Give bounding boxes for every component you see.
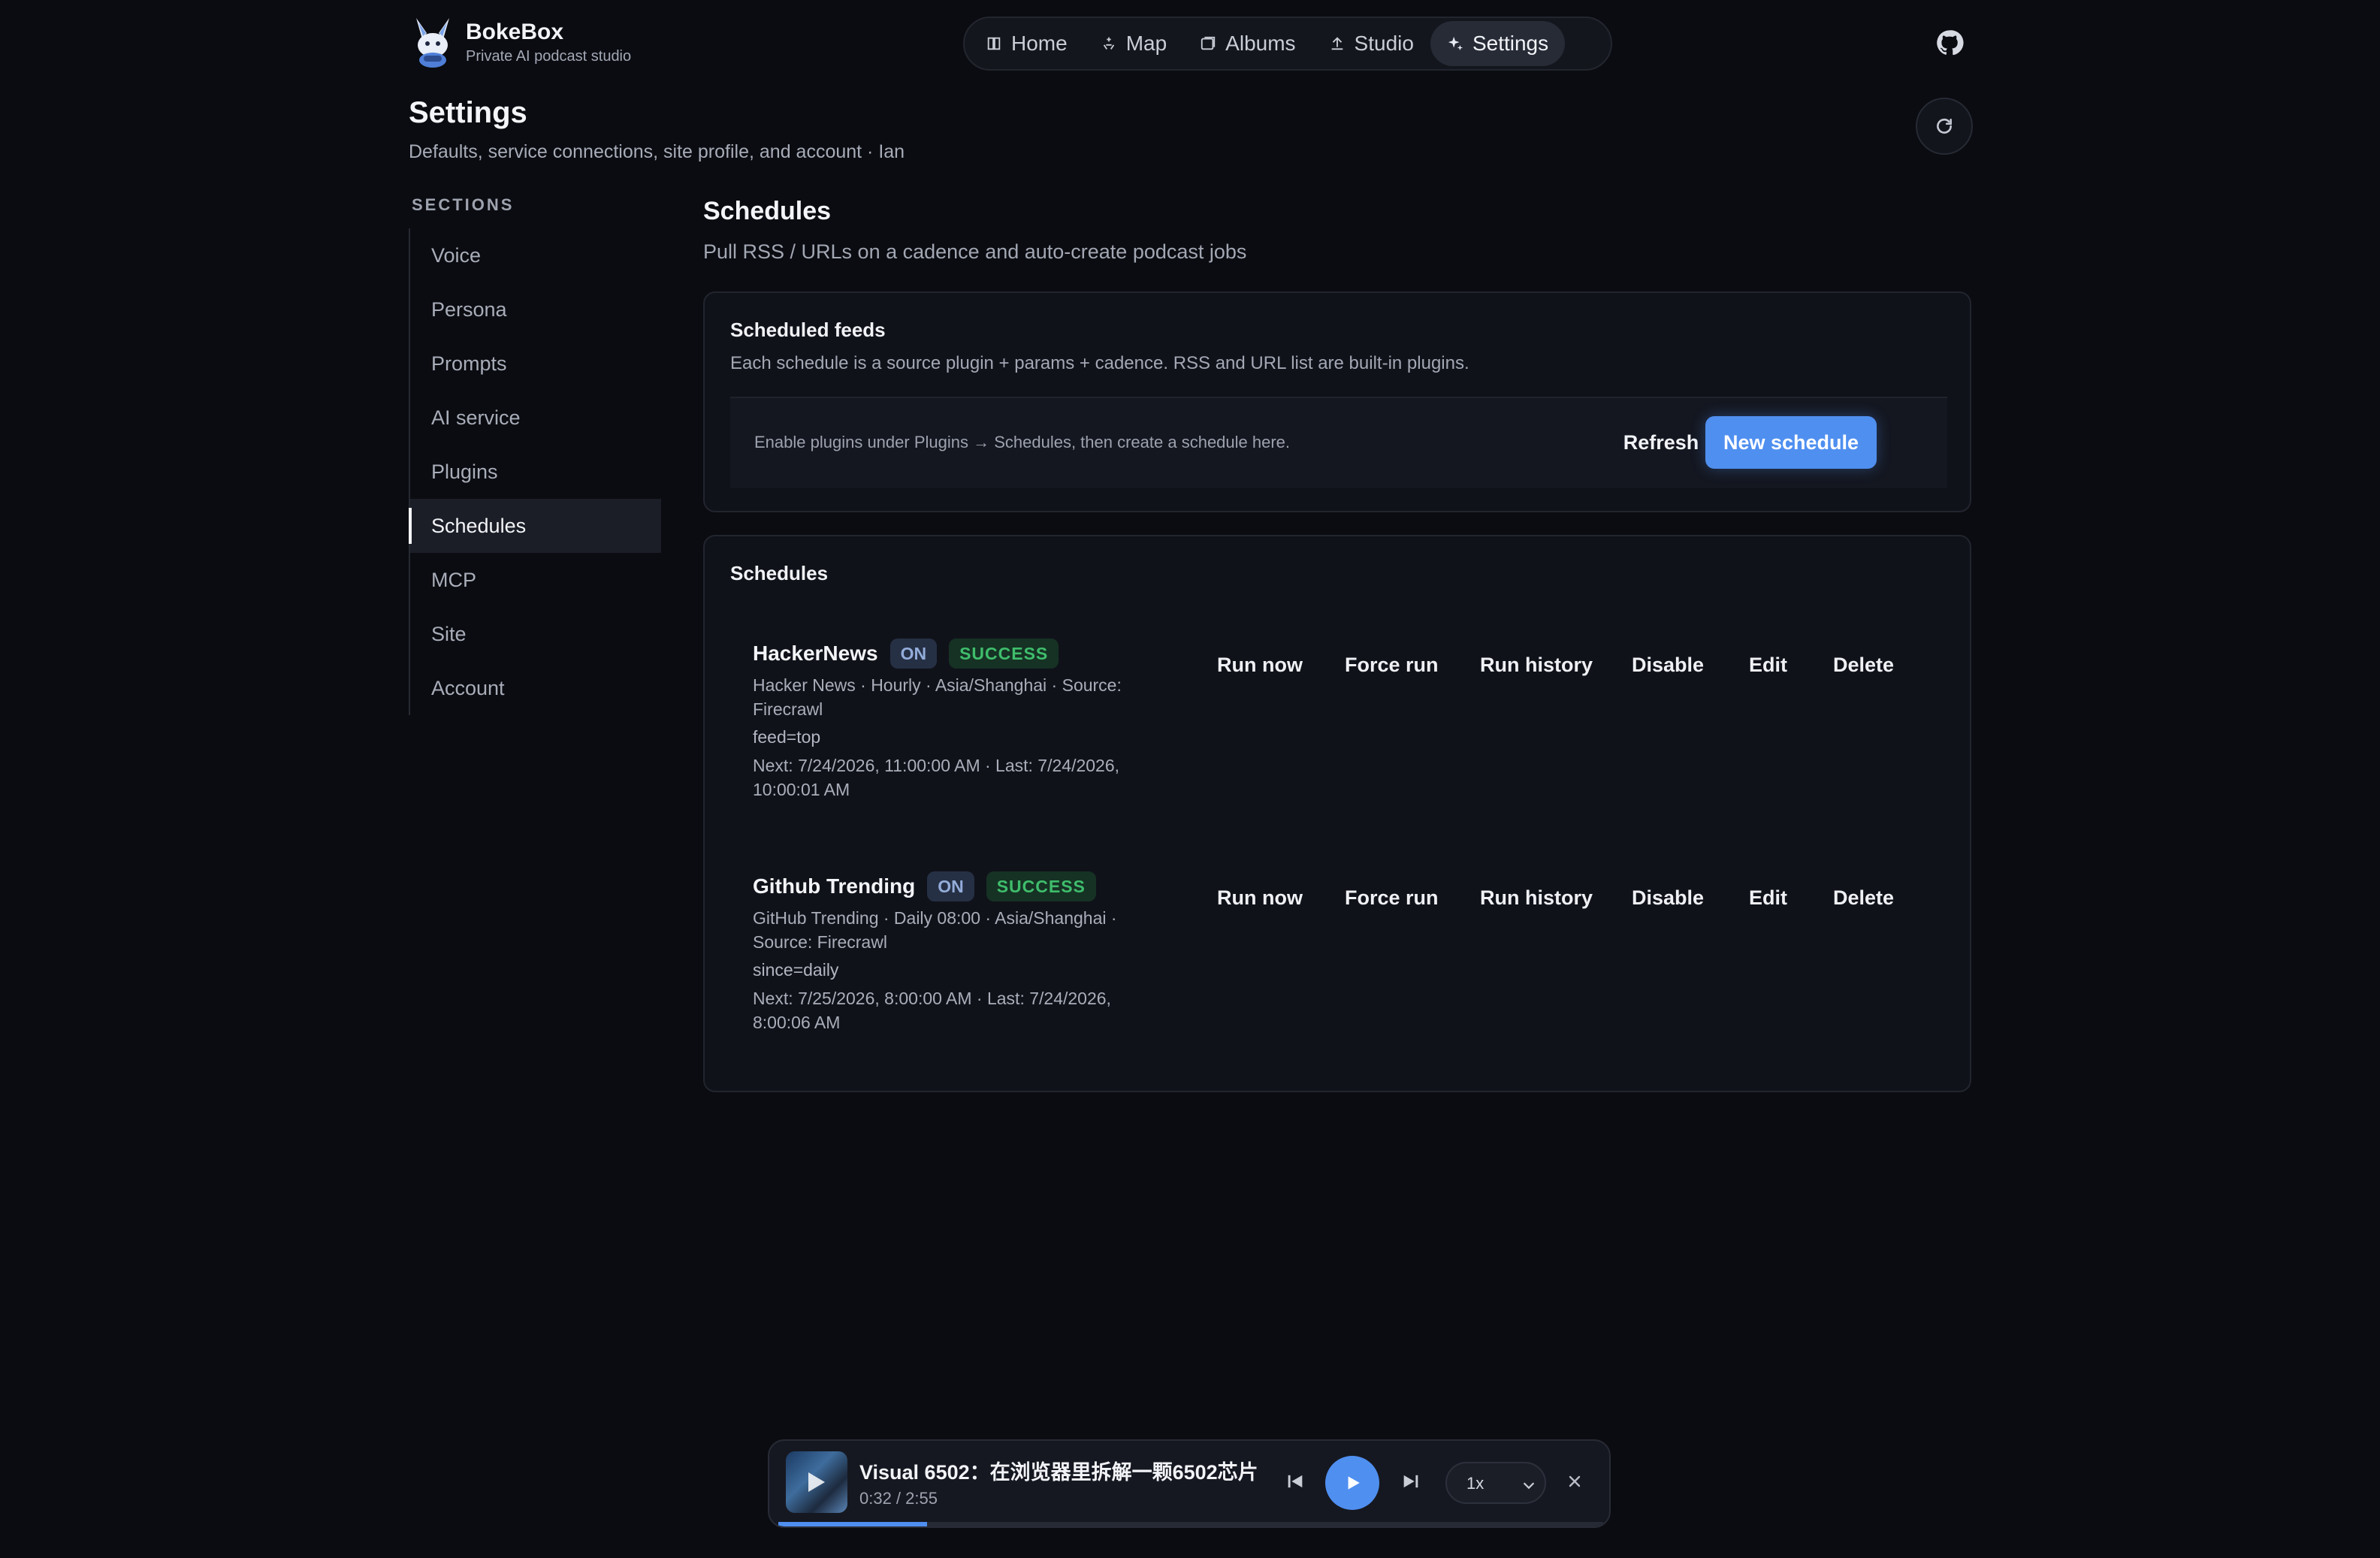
page-title: Settings [409, 96, 527, 129]
refresh-icon [1937, 118, 1952, 134]
schedule-meta: GitHub Trending · Daily 08:00 · Asia/Sha… [753, 908, 1117, 952]
schedule-meta: Hacker News · Hourly · Asia/Shanghai · S… [753, 675, 1122, 719]
bunny-logo-icon [416, 18, 449, 68]
nav-map[interactable]: Map [1084, 21, 1183, 66]
run-history-button[interactable]: Run history [1480, 886, 1593, 910]
play-icon [1348, 1476, 1360, 1490]
schedule-params: since=daily [753, 960, 839, 980]
scheduled-feeds-card: Scheduled feeds Each schedule is a sourc… [703, 291, 1971, 512]
run-history-button[interactable]: Run history [1480, 654, 1593, 677]
sidebar-item-schedules[interactable]: Schedules [409, 499, 661, 553]
brand-tagline: Private AI podcast studio [466, 48, 632, 65]
schedule-row: Github Trending ON SUCCESS GitHub Trending… [753, 871, 1940, 1034]
nav-map-label: Map [1125, 32, 1167, 55]
playback-progress-bar[interactable] [778, 1522, 1603, 1526]
nav-home[interactable]: Home [969, 21, 1084, 66]
feeds-card-title: Scheduled feeds [730, 319, 886, 341]
sidebar-item-prompts[interactable]: Prompts [410, 337, 661, 391]
sparkle-map-icon [1103, 37, 1114, 50]
delete-button[interactable]: Delete [1833, 654, 1894, 677]
audio-player: Visual 6502：在浏览器里拆解一颗6502芯片 0:32 / 2:55 … [768, 1439, 1611, 1528]
force-run-button[interactable]: Force run [1345, 654, 1439, 677]
sidebar-item-voice[interactable]: Voice [410, 228, 661, 282]
play-button[interactable] [1325, 1456, 1379, 1510]
page-subtitle: Defaults, service connections, site prof… [409, 141, 905, 162]
feeds-hint: Enable plugins under Plugins → Schedules… [754, 433, 1291, 451]
book-icon [987, 37, 1001, 50]
nav-albums[interactable]: Albums [1183, 21, 1312, 66]
run-now-button[interactable]: Run now [1217, 886, 1303, 910]
nav-studio[interactable]: Studio [1312, 21, 1430, 66]
delete-button[interactable]: Delete [1833, 886, 1894, 910]
disable-button[interactable]: Disable [1632, 886, 1704, 910]
sidebar-item-account[interactable]: Account [410, 661, 661, 715]
nav-settings-label: Settings [1472, 32, 1549, 55]
schedule-name: HackerNews [753, 642, 878, 665]
chevron-down-icon [1523, 1482, 1535, 1490]
sidebar-item-plugins[interactable]: Plugins [410, 445, 661, 499]
close-icon[interactable] [1566, 1472, 1584, 1490]
track-thumbnail[interactable] [786, 1451, 847, 1513]
schedule-times: Next: 7/25/2026, 8:00:00 AM · Last: 7/24… [753, 989, 1111, 1032]
sidebar-item-ai-service[interactable]: AI service [410, 391, 661, 445]
new-schedule-button[interactable]: New schedule [1705, 416, 1877, 469]
top-nav: Home Map Albums Studio Settings [963, 17, 1612, 71]
track-title: Visual 6502：在浏览器里拆解一颗6502芯片 [859, 1461, 1258, 1484]
sidebar-nav: Voice Persona Prompts AI service Plugins… [409, 228, 661, 715]
schedules-card-title: Schedules [730, 562, 829, 584]
brand-name: BokeBox [466, 20, 564, 44]
schedules-card: Schedules HackerNews ON SUCCESS Hacker New… [703, 535, 1971, 1092]
state-badge: ON [889, 639, 938, 669]
sidebar-item-mcp[interactable]: MCP [410, 553, 661, 607]
refresh-button[interactable]: Refresh [1615, 416, 1707, 469]
schedule-times: Next: 7/24/2026, 11:00:00 AM · Last: 7/2… [753, 756, 1120, 799]
previous-track-icon[interactable] [1285, 1471, 1306, 1492]
next-track-icon[interactable] [1400, 1471, 1421, 1492]
feeds-toolbar: Enable plugins under Plugins → Schedules… [730, 397, 1947, 488]
page-refresh-button[interactable] [1916, 98, 1973, 155]
github-icon[interactable] [1935, 29, 1964, 57]
playback-speed-select[interactable]: 1x [1445, 1462, 1546, 1504]
app-root: BokeBox Private AI podcast studio Home M… [0, 0, 2380, 1558]
disable-button[interactable]: Disable [1632, 654, 1704, 677]
nav-settings[interactable]: Settings [1430, 21, 1566, 66]
force-run-button[interactable]: Force run [1345, 886, 1439, 910]
edit-button[interactable]: Edit [1749, 654, 1787, 677]
brand[interactable]: BokeBox Private AI podcast studio [409, 17, 631, 68]
section-subtitle: Pull RSS / URLs on a cadence and auto-cr… [703, 240, 1247, 263]
feeds-card-description: Each schedule is a source plugin + param… [730, 353, 1469, 373]
edit-button[interactable]: Edit [1749, 886, 1787, 910]
schedule-row: HackerNews ON SUCCESS Hacker News · Hourly… [753, 639, 1940, 802]
status-badge: SUCCESS [949, 639, 1059, 669]
schedule-params: feed=top [753, 727, 821, 747]
track-time: 0:32 / 2:55 [859, 1489, 938, 1508]
upload-icon [1331, 37, 1343, 50]
sidebar-item-site[interactable]: Site [410, 607, 661, 661]
nav-albums-label: Albums [1225, 32, 1296, 55]
sparkles-icon [1448, 36, 1463, 51]
sidebar-item-persona[interactable]: Persona [410, 282, 661, 337]
thumbnail-play-icon [808, 1472, 825, 1492]
status-badge: SUCCESS [986, 871, 1096, 901]
nav-home-label: Home [1011, 32, 1068, 55]
state-badge: ON [927, 871, 974, 901]
playback-speed-value: 1x [1466, 1474, 1484, 1493]
nav-studio-label: Studio [1354, 32, 1414, 55]
schedule-name: Github Trending [753, 874, 916, 898]
section-title: Schedules [703, 197, 832, 225]
sections-heading: SECTIONS [412, 195, 515, 214]
playback-progress-fill [778, 1522, 927, 1526]
album-icon [1201, 36, 1216, 50]
run-now-button[interactable]: Run now [1217, 654, 1303, 677]
